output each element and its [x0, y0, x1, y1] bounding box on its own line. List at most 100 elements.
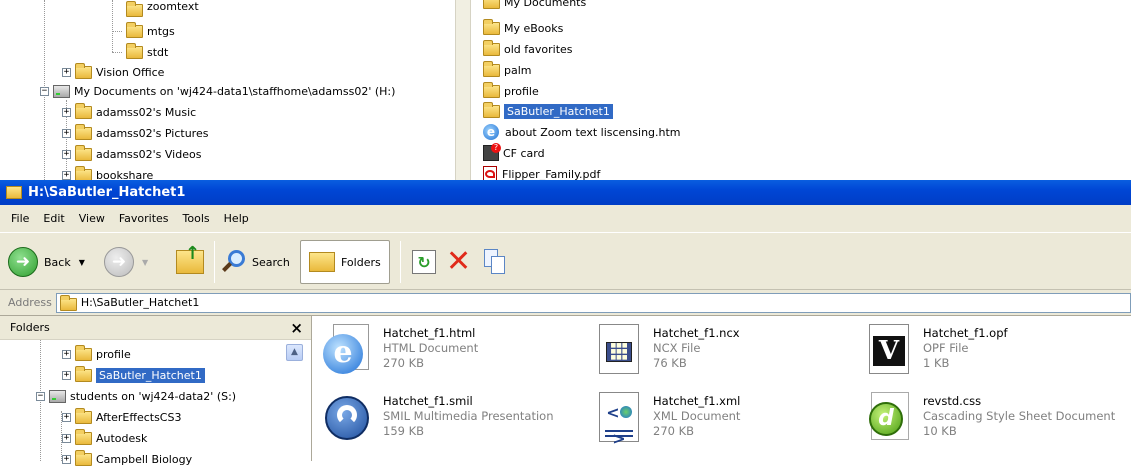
folder-icon [126, 0, 143, 17]
list-item[interactable]: profile [483, 81, 539, 100]
tree-item-stdt[interactable]: stdt [126, 42, 168, 61]
tree-item-zoomtext[interactable]: zoomtext [126, 0, 199, 19]
back-button[interactable]: ➜ Back ▼ [8, 242, 85, 282]
expand-icon[interactable]: + [62, 67, 71, 77]
file-item-xml[interactable]: <> Hatchet_f1.xml XML Document 270 KB [593, 392, 873, 456]
expand-icon[interactable]: + [62, 349, 71, 359]
forward-button[interactable]: ➜ ▼ [104, 242, 148, 282]
tree-item-aftereffects[interactable]: + AfterEffectsCS3 [62, 407, 181, 426]
folders-pane: Folders × + profile + SaButler_Hatchet1 − s… [0, 316, 312, 466]
file-item-ncx[interactable]: ■■■ ■■■ ■■■ Hatchet_f1.ncx NCX File 76 KB [593, 324, 873, 388]
move-to-button[interactable]: ↻ [412, 242, 436, 282]
menu-file[interactable]: File [4, 212, 36, 225]
background-folder-tree: zoomtext mtgs stdt + Vision Office − My Do… [0, 0, 455, 180]
address-bar: Address H:\SaButler_Hatchet1 [0, 290, 1131, 316]
search-icon [222, 250, 246, 274]
dropdown-arrow-icon[interactable]: ▼ [142, 258, 148, 267]
tree-item-students-drive[interactable]: − students on 'wj424-data2' (S:) [36, 387, 236, 405]
file-item-css[interactable]: d revstd.css Cascading Style Sheet Docume… [863, 392, 1131, 456]
tree-item-pictures[interactable]: + adamss02's Pictures [62, 123, 208, 142]
forward-arrow-icon: ➜ [104, 247, 134, 277]
background-splitter[interactable] [455, 0, 471, 180]
address-label: Address [8, 296, 52, 309]
expand-icon[interactable]: + [62, 149, 71, 159]
pdf-file-icon [483, 166, 497, 180]
expand-icon[interactable]: + [62, 107, 71, 117]
network-drive-icon [49, 389, 66, 403]
expand-icon[interactable]: + [62, 433, 71, 443]
folder-icon [483, 101, 500, 118]
window-title: H:\SaButler_Hatchet1 [28, 185, 186, 200]
dropdown-arrow-icon[interactable]: ▼ [79, 258, 85, 267]
search-button[interactable]: Search [222, 242, 290, 282]
folder-icon [483, 60, 500, 77]
tree-item-videos[interactable]: + adamss02's Videos [62, 144, 201, 163]
list-item[interactable]: ? CF card [483, 143, 545, 162]
folder-icon [126, 42, 143, 59]
folder-icon [59, 294, 77, 311]
standard-toolbar: ➜ Back ▼ ➜ ▼ ↑ Search Folders ↻ ✕ [0, 232, 1131, 290]
shortcut-broken-icon: ? [483, 143, 501, 161]
list-item[interactable]: My eBooks [483, 18, 563, 37]
tree-item-my-documents[interactable]: − My Documents on 'wj424-data1\staffhome\… [40, 82, 395, 100]
pictures-folder-icon [75, 123, 92, 140]
tree-item-profile[interactable]: + profile [62, 344, 131, 363]
window-title-bar[interactable]: H:\SaButler_Hatchet1 [0, 180, 1131, 205]
menu-view[interactable]: View [72, 212, 112, 225]
xml-file-icon: <> [593, 392, 645, 448]
list-item[interactable]: My Documents [483, 0, 586, 11]
folder-icon [75, 344, 92, 361]
file-item-smil[interactable]: Hatchet_f1.smil SMIL Multimedia Presentat… [323, 392, 603, 456]
list-item[interactable]: Flipper_Family.pdf [483, 165, 600, 180]
folder-icon [75, 62, 92, 79]
file-item-opf[interactable]: V Hatchet_f1.opf OPF File 1 KB [863, 324, 1131, 388]
ncx-file-icon: ■■■ ■■■ ■■■ [593, 324, 645, 376]
background-file-list: My Documents My eBooks old favorites pal… [471, 0, 1131, 180]
folder-icon [75, 165, 92, 180]
ie-html-icon: e [323, 324, 375, 376]
tree-item-vision-office[interactable]: + Vision Office [62, 62, 164, 81]
tree-item-autodesk[interactable]: + Autodesk [62, 428, 147, 447]
tree-item-campbell-biology[interactable]: + Campbell Biology [62, 449, 192, 468]
delete-x-icon: ✕ [446, 244, 472, 279]
folders-pane-title: Folders [10, 321, 50, 334]
folder-icon [483, 18, 500, 35]
tree-item-mtgs[interactable]: mtgs [126, 21, 175, 40]
collapse-icon[interactable]: − [40, 86, 49, 96]
expand-icon[interactable]: + [62, 128, 71, 138]
folder-icon [75, 407, 92, 424]
up-folder-button[interactable]: ↑ [176, 242, 204, 282]
tree-item-music[interactable]: + adamss02's Music [62, 102, 196, 121]
list-item[interactable]: old favorites [483, 39, 573, 58]
expand-icon[interactable]: + [62, 454, 71, 464]
list-item-selected[interactable]: SaButler_Hatchet1 [483, 101, 613, 120]
opf-file-icon: V [863, 324, 915, 376]
close-icon[interactable]: × [290, 319, 303, 337]
file-item-html[interactable]: e Hatchet_f1.html HTML Document 270 KB [323, 324, 603, 388]
scrollbar-up-button[interactable]: ▲ [286, 344, 303, 361]
copy-icon [484, 249, 506, 275]
collapse-icon[interactable]: − [36, 391, 45, 401]
folders-button[interactable]: Folders [300, 240, 390, 284]
menu-tools[interactable]: Tools [176, 212, 217, 225]
expand-icon[interactable]: + [62, 170, 71, 180]
folder-open-icon [6, 186, 22, 199]
folder-icon [126, 21, 143, 38]
music-folder-icon [75, 102, 92, 119]
address-input[interactable]: H:\SaButler_Hatchet1 [55, 292, 1131, 313]
tree-item-bookshare[interactable]: + bookshare [62, 165, 153, 180]
copy-button[interactable] [484, 242, 506, 282]
list-item[interactable]: palm [483, 60, 532, 79]
expand-icon[interactable]: + [62, 370, 71, 380]
list-item[interactable]: e about Zoom text liscensing.htm [483, 123, 681, 141]
menu-favorites[interactable]: Favorites [112, 212, 176, 225]
delete-button[interactable]: ✕ [446, 242, 471, 282]
folder-icon [483, 0, 500, 9]
menu-help[interactable]: Help [217, 212, 256, 225]
expand-icon[interactable]: + [62, 412, 71, 422]
up-folder-icon: ↑ [176, 243, 204, 274]
menu-edit[interactable]: Edit [36, 212, 71, 225]
folder-icon [483, 81, 500, 98]
tree-item-sabutler-hatchet1[interactable]: + SaButler_Hatchet1 [62, 365, 205, 384]
refresh-icon: ↻ [412, 250, 436, 274]
